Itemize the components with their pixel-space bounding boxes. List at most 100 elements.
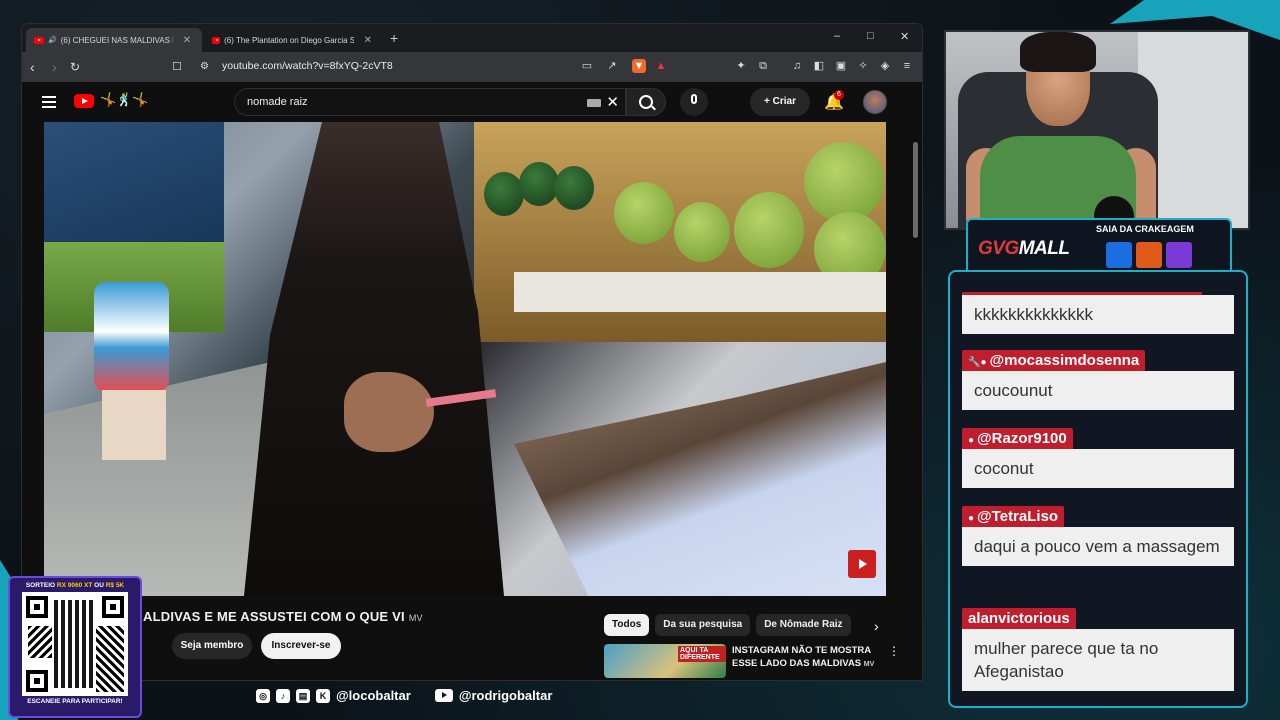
youtube-logo-icon[interactable]	[74, 94, 94, 108]
webcam-hair	[1020, 32, 1096, 72]
chat-message: ● @TetraLiso daqui a pouco vem a massagem	[962, 506, 1234, 566]
reload-icon[interactable]: ↻	[70, 58, 80, 76]
doodle-icon[interactable]: 🤸🕺🤸	[100, 92, 149, 108]
tab-maldivas[interactable]: 🔊 (6) CHEGUEI NAS MALDIVAS E ME ✕	[26, 28, 202, 52]
share-icon[interactable]: ↗	[605, 59, 619, 73]
instagram-icon: ◎	[256, 688, 270, 703]
recommendation-title-text: INSTAGRAM NÃO TE MOSTRA ESSE LADO DAS MA…	[732, 645, 871, 669]
more-options-icon[interactable]: ⋮	[888, 644, 900, 658]
screenshot-icon[interactable]: ⧉	[756, 59, 770, 73]
qr-finder	[102, 596, 124, 618]
tiktok-icon: ♪	[276, 688, 290, 703]
minimize-button[interactable]: –	[834, 30, 840, 42]
video-scene-coconut	[674, 202, 730, 262]
chat-message-text: mulher parece que ta no Afeganistao	[962, 629, 1234, 691]
chip-all[interactable]: Todos	[604, 614, 650, 636]
twitch-icon: ▤	[296, 688, 310, 703]
tab-diego-garcia[interactable]: (6) The Plantation on Diego Garcia Sep 1…	[204, 28, 380, 52]
page-scrollbar[interactable]	[912, 82, 920, 680]
kick-icon: K	[316, 688, 330, 703]
maximize-button[interactable]: □	[867, 30, 874, 42]
webcam-feed	[944, 30, 1250, 230]
menu-icon[interactable]: ≡	[900, 59, 914, 73]
chat-username-text: @Razor9100	[977, 430, 1067, 447]
qr-pattern	[28, 626, 52, 658]
keyboard-icon[interactable]	[587, 99, 601, 107]
tab-close-icon[interactable]: ✕	[364, 35, 372, 46]
tab-close-icon[interactable]: ✕	[183, 35, 191, 46]
windows-icon	[1106, 242, 1132, 268]
recommendation-thumbnail[interactable]: AQUI TA DIFERENTE	[604, 644, 726, 678]
recommendation-title[interactable]: INSTAGRAM NÃO TE MOSTRA ESSE LADO DAS MA…	[732, 644, 882, 671]
sidebar-icon[interactable]: ◧	[812, 59, 826, 73]
video-scene-coconut	[734, 192, 804, 268]
qr-code[interactable]	[22, 592, 128, 696]
voice-search-button[interactable]	[680, 88, 708, 116]
giveaway-title-or: OU	[92, 582, 106, 589]
join-button[interactable]: Seja membro	[172, 633, 252, 659]
chip-from-search[interactable]: Da sua pesquisa	[655, 614, 751, 636]
hamburger-menu-icon[interactable]	[42, 96, 56, 111]
chevron-right-icon[interactable]: ›	[874, 618, 879, 634]
filter-chips: Todos Da sua pesquisa De Nômade Raiz	[604, 614, 851, 636]
close-window-button[interactable]: ✕	[900, 30, 909, 43]
windows-alt-icon	[1166, 242, 1192, 268]
video-scene-counter	[514, 272, 886, 312]
youtube-header: 🤸🕺🤸 nomade raiz ✕ + Criar 🔔 6	[22, 82, 922, 122]
search-button[interactable]	[626, 88, 666, 116]
bookmark-icon[interactable]: ☐	[172, 58, 182, 76]
video-scene-arm	[514, 362, 886, 596]
address-bar: ‹ › ↻ ☐ ⚙ youtube.com/watch?v=8fxYQ-2cVT…	[22, 52, 922, 82]
music-icon[interactable]: ♫	[790, 59, 804, 73]
recommendation-title-suffix: MV	[863, 661, 875, 668]
clear-search-icon[interactable]: ✕	[606, 93, 619, 111]
chat-username-text: @TetraLiso	[977, 508, 1059, 525]
qr-finder	[26, 596, 48, 618]
sponsor-tagline: SAIA DA CRAKEAGEM	[1096, 224, 1194, 234]
giveaway-title-a: SORTEIO	[25, 582, 57, 589]
chip-from-channel[interactable]: De Nômade Raiz	[756, 614, 851, 636]
video-title-text: MALDIVAS E ME ASSUSTEI COM O QUE VI	[132, 609, 405, 624]
notification-count: 6	[834, 90, 844, 100]
video-title: MALDIVAS E ME ASSUSTEI COM O QUE VI MV	[132, 609, 423, 624]
url-field[interactable]: youtube.com/watch?v=8fxYQ-2cVT8	[222, 60, 393, 72]
forward-icon[interactable]: ›	[52, 58, 57, 76]
chat-username: ● @TetraLiso	[962, 506, 1065, 527]
site-info-icon[interactable]: ⚙	[200, 58, 209, 76]
video-player[interactable]	[44, 122, 886, 596]
youtube-favicon-icon	[212, 36, 221, 44]
chat-message-text: daqui a pouco vem a massagem	[962, 527, 1234, 566]
back-icon[interactable]: ‹	[30, 58, 35, 76]
video-scene-woman	[244, 122, 504, 596]
search-input[interactable]: nomade raiz ✕	[234, 88, 626, 116]
subscribe-button[interactable]: Inscrever-se	[261, 633, 341, 659]
brave-shield-icon[interactable]: ▼	[632, 59, 646, 73]
chat-message-text: coconut	[962, 449, 1234, 488]
extensions-icon[interactable]: ✦	[734, 59, 748, 73]
cast-icon[interactable]: ▭	[580, 59, 594, 73]
chat-username: alanvictorious	[962, 608, 1076, 629]
leo-icon[interactable]: ✧	[856, 59, 870, 73]
qr-finder	[26, 670, 48, 692]
vpn-icon[interactable]: ◈	[878, 59, 892, 73]
video-scene-coconut	[804, 142, 884, 222]
giveaway-qr-card: SORTEIO RX 9060 XT OU R$ 5K ESCANEIE PAR…	[8, 576, 142, 718]
sponsor-logo: GVGMALL	[978, 238, 1070, 260]
create-button[interactable]: + Criar	[750, 88, 810, 116]
video-title-suffix: MV	[408, 613, 423, 623]
wallet-icon[interactable]: ▣	[834, 59, 848, 73]
chat-message: 🔧● @mocassimdosenna coucounut	[962, 350, 1234, 410]
chat-message-text: coucounut	[962, 371, 1234, 410]
account-avatar[interactable]	[863, 90, 887, 114]
browser-window: 🔊 (6) CHEGUEI NAS MALDIVAS E ME ✕ (6) Th…	[22, 24, 922, 680]
qr-pattern	[96, 626, 124, 692]
office-icon	[1136, 242, 1162, 268]
sponsor-logo-mark: GVG	[978, 238, 1019, 259]
brave-rewards-icon[interactable]: ▲	[654, 59, 668, 73]
new-tab-button[interactable]: +	[390, 30, 398, 46]
scrollbar-thumb[interactable]	[913, 142, 918, 238]
search-icon	[639, 95, 653, 109]
chat-username-text: @mocassimdosenna	[989, 352, 1140, 369]
video-scene-man-shirt	[94, 282, 169, 392]
subscribe-watermark-icon[interactable]	[848, 550, 876, 578]
